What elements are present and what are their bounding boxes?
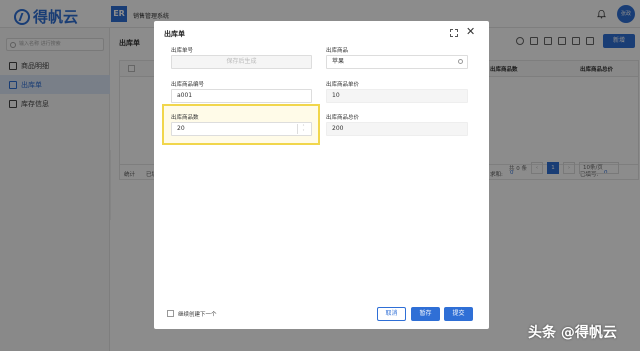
total-price-label: 出库商品总价 [326,115,360,121]
close-icon[interactable]: ✕ [466,26,475,37]
order-no-label: 出库单号 [171,48,194,54]
unit-price-field: 10 [326,89,468,103]
product-value: 苹果 [332,58,345,65]
continue-create-checkbox[interactable] [167,310,174,317]
search-icon[interactable] [458,59,463,64]
continue-create-label: 继续创建下一个 [178,312,217,318]
unit-price-label: 出库商品单价 [326,82,360,88]
product-code-label: 出库商品编号 [171,82,205,88]
outbound-form-dialog: 出库单 ✕ 出库单号 保存后生成 出库商品 苹果 出库商品编号 a001 出库商… [154,21,489,329]
fullscreen-icon[interactable] [450,29,458,37]
watermark: 头条 @得帆云 [528,325,617,341]
cancel-button[interactable]: 取消 [377,307,406,321]
stepper-arrows-icon[interactable]: ˄ ˅ [297,124,309,134]
quantity-label: 出库商品数 [171,115,199,121]
dialog-title: 出库单 [164,30,185,38]
product-code-field[interactable]: a001 [171,89,312,103]
quantity-stepper[interactable]: 20 ˄ ˅ [171,122,312,136]
quantity-value: 20 [177,125,185,132]
submit-button[interactable]: 提交 [444,307,473,321]
order-no-field: 保存后生成 [171,55,312,69]
product-label: 出库商品 [326,48,349,54]
product-field[interactable]: 苹果 [326,55,468,69]
save-draft-button[interactable]: 暂存 [411,307,440,321]
total-price-field: 200 [326,122,468,136]
